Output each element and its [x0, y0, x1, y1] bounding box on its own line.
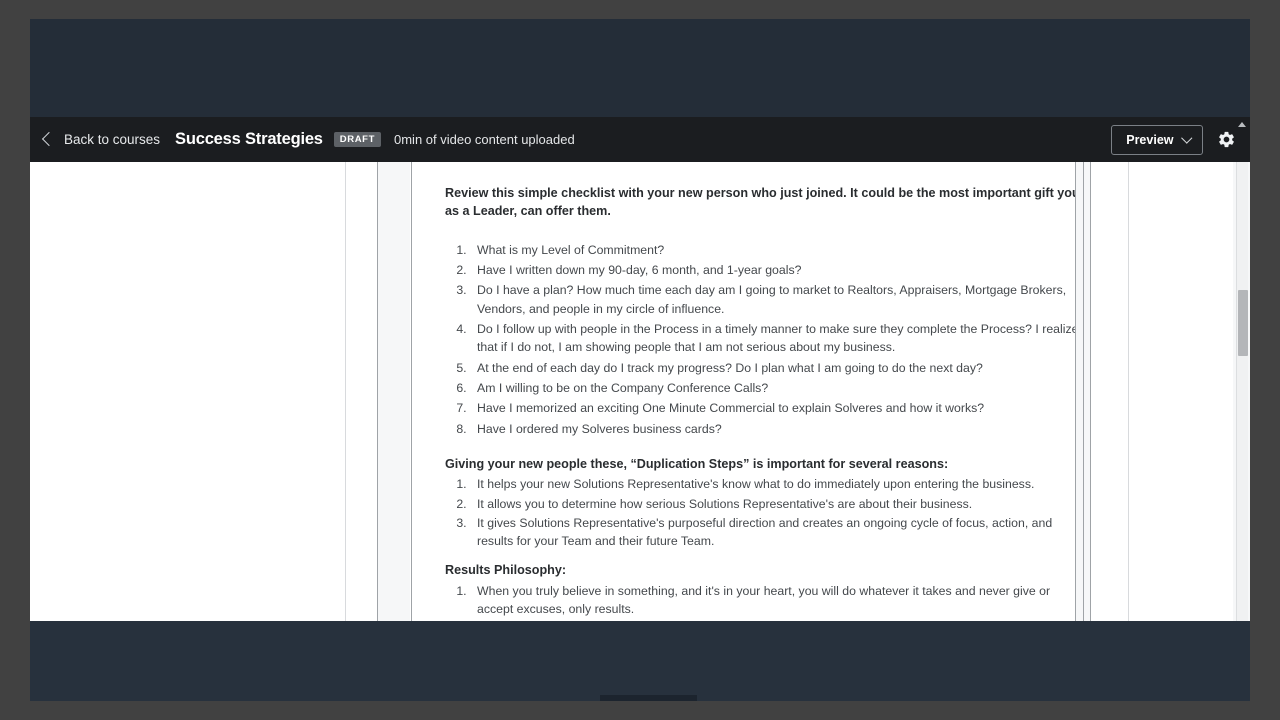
- list-item: It helps your new Solutions Representati…: [470, 475, 1085, 493]
- list-item: Do I have a plan? How much time each day…: [470, 281, 1085, 317]
- commitment-checklist: What is my Level of Commitment? Have I w…: [445, 221, 1085, 438]
- chevron-down-icon: [1180, 132, 1192, 143]
- preview-button[interactable]: Preview: [1111, 124, 1203, 155]
- document-page: Review this simple checklist with your n…: [430, 162, 1128, 621]
- page-divider-c: [411, 162, 412, 621]
- vertical-scrollbar[interactable]: [1236, 162, 1248, 621]
- shared-window: Back to courses Success Strategies DRAFT…: [30, 19, 1250, 701]
- list-item: At the end of each day do I track my pro…: [470, 359, 1085, 377]
- page-gutter-right-2: [1084, 162, 1090, 621]
- previous-page-blank: [30, 162, 345, 621]
- list-item: What is my Level of Commitment?: [470, 241, 1085, 259]
- back-to-courses-link[interactable]: Back to courses: [41, 131, 161, 147]
- back-to-courses-label: Back to courses: [64, 132, 161, 147]
- scroll-up-arrow-icon: [1237, 122, 1246, 127]
- gear-icon: [1219, 131, 1234, 148]
- next-page-blank: [1129, 162, 1233, 621]
- next-page-sliver: [1091, 162, 1128, 621]
- list-item: Have I written down my 90-day, 6 month, …: [470, 261, 1085, 279]
- settings-button[interactable]: [1217, 130, 1236, 149]
- scrollbar-thumb[interactable]: [1238, 290, 1248, 356]
- preview-button-label: Preview: [1126, 132, 1174, 147]
- duplication-steps-heading: Giving your new people these, “Duplicati…: [445, 457, 949, 472]
- list-item: Do I follow up with people in the Proces…: [470, 320, 1085, 356]
- status-badge: DRAFT: [333, 132, 381, 147]
- chevron-left-icon: [41, 131, 57, 146]
- page-gutter-right: [1076, 162, 1083, 621]
- screen-share-frame: Back to courses Success Strategies DRAFT…: [0, 0, 1280, 720]
- scroll-up-button[interactable]: [1236, 118, 1247, 131]
- scrollbar-header-cap[interactable]: [1236, 117, 1248, 162]
- window-bottom-band: [30, 621, 1250, 701]
- list-item: When you truly believe in something, and…: [470, 582, 1085, 618]
- document-body: Review this simple checklist with your n…: [445, 162, 1085, 621]
- page-title: Success Strategies: [175, 130, 323, 148]
- list-item: Am I willing to be on the Company Confer…: [470, 379, 1085, 397]
- list-item: It allows you to determine how serious S…: [470, 495, 1085, 513]
- list-item: Have I ordered my Solveres business card…: [470, 420, 1085, 438]
- participant-name-tag: Jack Bosma: [600, 695, 697, 701]
- page-gutter-left: [378, 162, 410, 621]
- course-content-viewport[interactable]: Review this simple checklist with your n…: [30, 162, 1250, 621]
- header-actions: Preview: [1111, 124, 1242, 155]
- list-item: It gives Solutions Representative's purp…: [470, 514, 1085, 550]
- document-intro-heading: Review this simple checklist with your n…: [445, 186, 1084, 219]
- window-top-band: [30, 19, 1250, 117]
- video-upload-status: 0min of video content uploaded: [394, 132, 575, 147]
- list-item: Have I memorized an exciting One Minute …: [470, 399, 1085, 417]
- duplication-reasons-list: It helps your new Solutions Representati…: [445, 473, 1085, 550]
- results-philosophy-heading: Results Philosophy:: [445, 563, 567, 578]
- results-philosophy-list: When you truly believe in something, and…: [445, 580, 1085, 621]
- page-divider-a: [345, 162, 346, 621]
- app-header-bar: Back to courses Success Strategies DRAFT…: [30, 117, 1250, 162]
